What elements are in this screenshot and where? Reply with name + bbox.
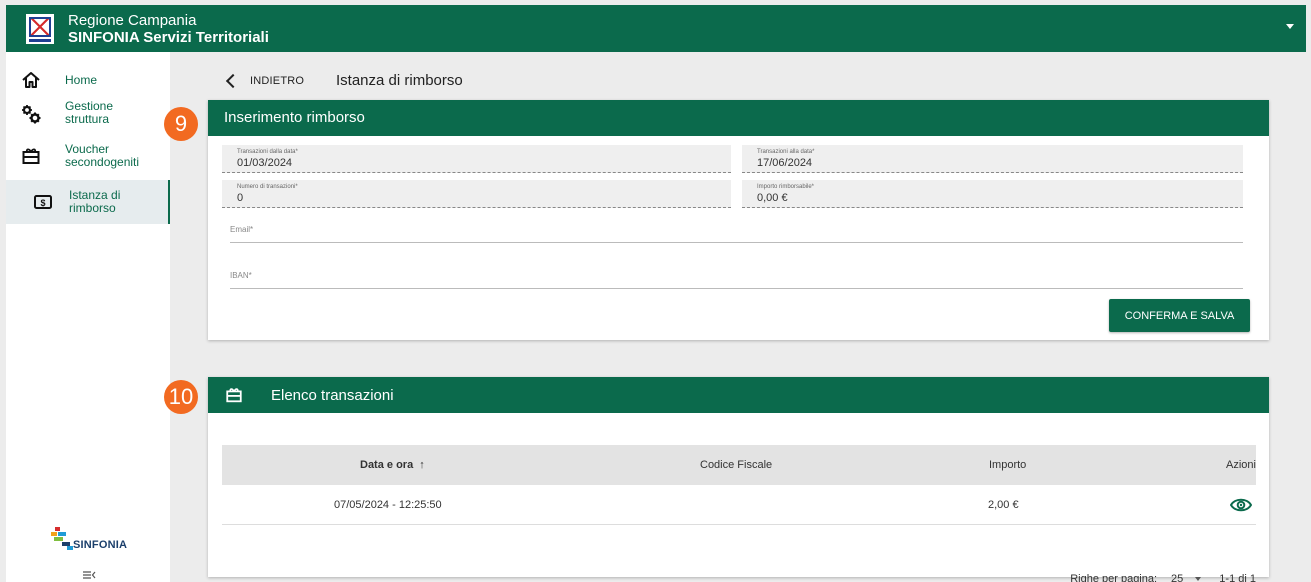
table-header: Data e ora ↑ Codice Fiscale Importo Azio… — [222, 445, 1256, 485]
money-icon: $ — [32, 191, 54, 213]
cell-amount: 2,00 € — [988, 499, 1019, 511]
confirm-save-button[interactable]: CONFERMA E SALVA — [1109, 299, 1250, 332]
sidebar-item-label: Home — [65, 73, 98, 87]
chevron-left-icon — [225, 73, 241, 89]
step-badge: 9 — [164, 107, 198, 141]
sidebar-item-voucher[interactable]: Voucher secondogeniti — [6, 138, 170, 174]
refundable-amount-field[interactable]: Importo rimborsabile* 0,00 € — [742, 180, 1243, 208]
caret-down-icon[interactable] — [1286, 24, 1294, 29]
from-date-field[interactable]: Transazioni dalla data* 01/03/2024 — [222, 145, 731, 173]
transactions-table: Data e ora ↑ Codice Fiscale Importo Azio… — [222, 445, 1256, 582]
card-title: Elenco transazioni — [271, 387, 394, 404]
sidebar-item-label: Voucher secondogeniti — [65, 142, 140, 169]
transactions-count-field[interactable]: Numero di transazioni* 0 — [222, 180, 731, 208]
transactions-card: Elenco transazioni Data e ora ↑ Codice F… — [208, 377, 1269, 582]
region-logo — [26, 14, 54, 44]
app-header: Regione Campania SINFONIA Servizi Territ… — [6, 5, 1306, 52]
iban-field[interactable]: IBAN* — [230, 267, 1243, 289]
rows-per-page-select[interactable]: 25 — [1171, 573, 1202, 582]
column-header-fiscal-code: Codice Fiscale — [700, 459, 773, 471]
gift-icon — [225, 386, 243, 408]
sidebar: Home Gestione struttura Voucher secondogen… — [6, 52, 170, 582]
sidebar-item-label: Gestione struttura — [65, 99, 114, 126]
eye-icon[interactable] — [1230, 485, 1252, 525]
back-button[interactable]: INDIETRO — [224, 73, 304, 89]
card-header: Inserimento rimborso — [208, 100, 1269, 136]
caret-down-icon — [1195, 577, 1202, 581]
column-header-actions: Azioni — [1226, 459, 1256, 471]
reimbursement-form-card: Inserimento rimborso Transazioni dalla d… — [208, 100, 1269, 340]
back-row: INDIETRO — [224, 70, 304, 92]
column-header-date[interactable]: Data e ora ↑ — [360, 445, 425, 485]
card-title: Inserimento rimborso — [224, 109, 365, 126]
svg-text:$: $ — [40, 198, 45, 208]
sidebar-item-label: Istanza di rimborso — [69, 188, 121, 215]
table-row: 07/05/2024 - 12:25:50 2,00 € — [222, 485, 1256, 525]
app-name: SINFONIA Servizi Territoriali — [68, 29, 269, 46]
gift-icon — [20, 145, 42, 167]
step-badge: 10 — [164, 380, 198, 414]
card-header: Elenco transazioni — [208, 377, 1269, 413]
email-field[interactable]: Email* — [230, 221, 1243, 243]
pagination-range: 1-1 di 1 — [1219, 573, 1256, 582]
rows-per-page-label: Righe per pagina: — [1070, 573, 1158, 582]
column-header-amount: Importo — [989, 459, 1027, 471]
sinfonia-logo: SINFONIA — [51, 527, 161, 557]
home-icon — [20, 69, 42, 91]
gears-icon — [20, 103, 42, 125]
sidebar-item-home[interactable]: Home — [6, 66, 170, 94]
collapse-menu-icon[interactable] — [82, 569, 96, 582]
to-date-field[interactable]: Transazioni alla data* 17/06/2024 — [742, 145, 1243, 173]
sort-arrow-icon: ↑ — [419, 459, 425, 471]
pagination: Righe per pagina: 25 1-1 di 1 — [1070, 567, 1256, 582]
sidebar-item-gestione-struttura[interactable]: Gestione struttura — [6, 96, 170, 132]
page-title: Istanza di rimborso — [336, 72, 463, 89]
cell-date: 07/05/2024 - 12:25:50 — [334, 499, 442, 511]
region-name: Regione Campania — [68, 12, 197, 29]
sidebar-item-istanza-rimborso[interactable]: $ Istanza di rimborso — [6, 180, 170, 224]
